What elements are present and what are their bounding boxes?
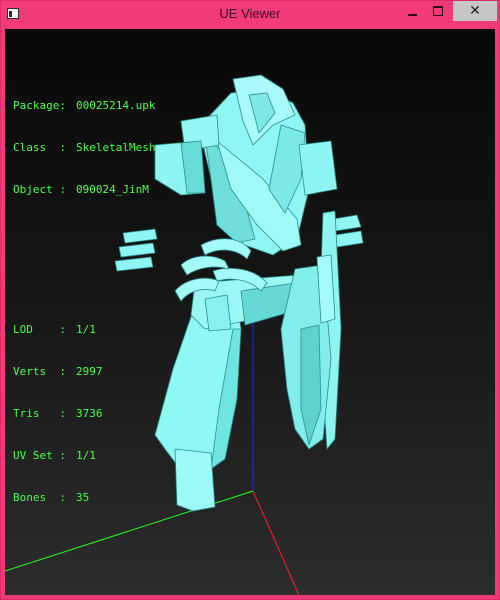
info-value: 1/1	[76, 449, 96, 462]
mesh-cuff-right-2	[334, 230, 364, 248]
info-value: 35	[76, 491, 90, 504]
info-stats-block: LOD : 1/1 Verts : 2997 Tris : 3736 UV Set :…	[13, 295, 155, 533]
app-window: UE Viewer ✕ Package: 00025214.upk Class …	[0, 0, 500, 600]
info-row-bones: Bones : 35	[13, 491, 155, 505]
info-row-tris: Tris : 3736	[13, 407, 155, 421]
mesh-hem-left	[174, 448, 216, 512]
info-value: 00025214.upk	[76, 99, 156, 112]
info-value: 2997	[76, 365, 103, 378]
mesh-info-overlay: Package: 00025214.upk Class : SkeletalMesh…	[13, 43, 155, 561]
mesh-cuff-right-1	[332, 214, 362, 232]
info-value: 3736	[76, 407, 103, 420]
info-label: LOD :	[13, 323, 66, 336]
info-value: 1/1	[76, 323, 96, 336]
minimize-button[interactable]	[399, 1, 425, 21]
info-row-object: Object : 090024_JinM	[13, 183, 155, 197]
maximize-button[interactable]	[425, 1, 451, 21]
info-label: Tris :	[13, 407, 66, 420]
info-row-class: Class : SkeletalMesh	[13, 141, 155, 155]
maximize-icon	[433, 6, 443, 16]
3d-viewport[interactable]: Package: 00025214.upk Class : SkeletalMesh…	[5, 29, 495, 595]
minimize-icon	[407, 13, 417, 16]
close-icon: ✕	[469, 3, 481, 19]
close-button[interactable]: ✕	[453, 1, 497, 21]
info-row-lod: LOD : 1/1	[13, 323, 155, 337]
info-label: Verts :	[13, 365, 66, 378]
info-label: Bones :	[13, 491, 66, 504]
info-label: UV Set :	[13, 449, 66, 462]
info-row-package: Package: 00025214.upk	[13, 99, 155, 113]
info-row-uvset: UV Set : 1/1	[13, 449, 155, 463]
info-label: Package:	[13, 99, 66, 112]
info-label: Object :	[13, 183, 66, 196]
info-object-block: Package: 00025214.upk Class : SkeletalMesh…	[13, 71, 155, 225]
info-label: Class :	[13, 141, 66, 154]
info-value: 090024_JinM	[76, 183, 149, 196]
info-row-verts: Verts : 2997	[13, 365, 155, 379]
info-value: SkeletalMesh	[76, 141, 156, 154]
axis-x-line	[252, 490, 300, 595]
title-bar[interactable]: UE Viewer ✕	[1, 1, 499, 29]
mesh-pouch	[204, 294, 232, 332]
mesh-sleeve-right	[298, 140, 338, 196]
